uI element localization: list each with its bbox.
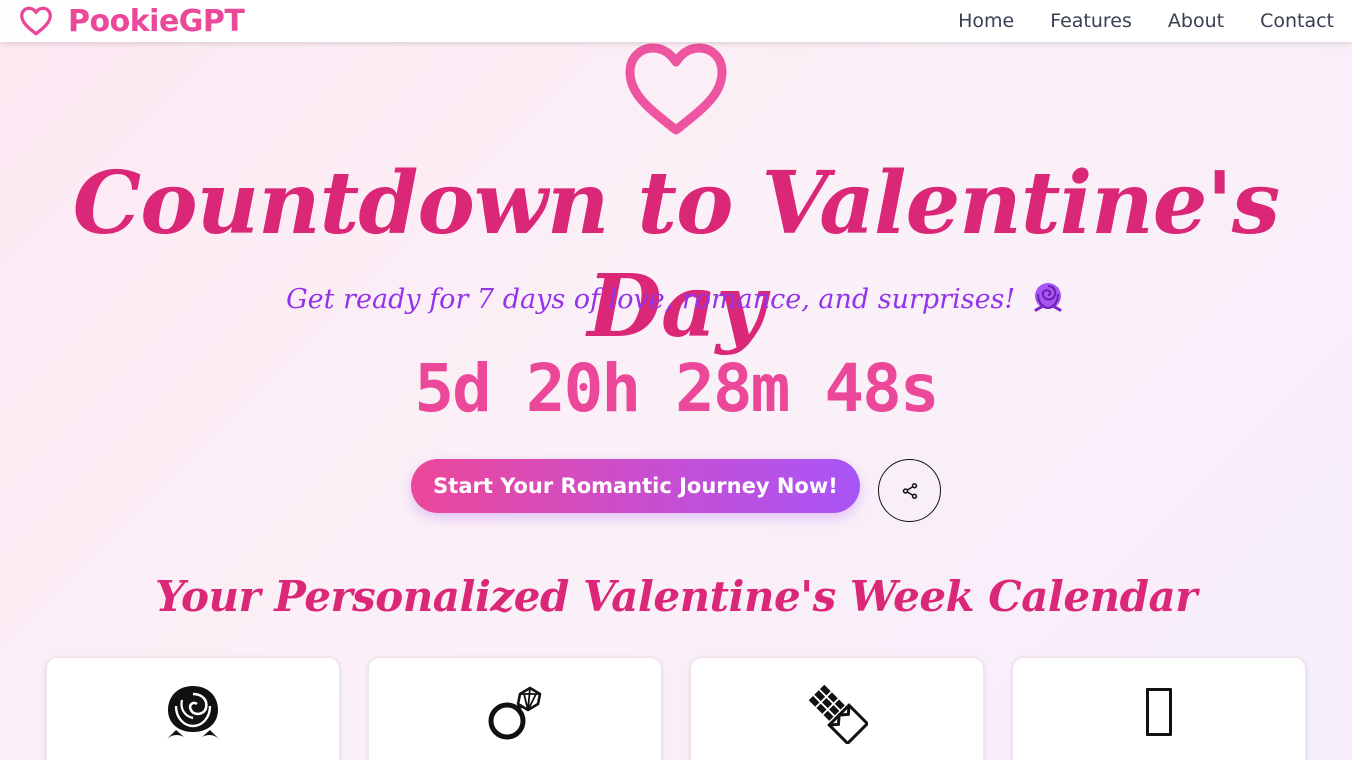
share-button[interactable] [878, 459, 941, 522]
calendar-card-rose[interactable] [46, 657, 340, 760]
share-icon [902, 482, 917, 499]
calendar-card-ring[interactable] [368, 657, 662, 760]
rose-icon [166, 686, 220, 740]
start-journey-button[interactable]: Start Your Romantic Journey Now! [411, 459, 860, 513]
countdown-seconds: 48s [824, 350, 939, 427]
nav-link-features[interactable]: Features [1050, 10, 1132, 32]
nav-link-about[interactable]: About [1168, 10, 1224, 32]
missing-glyph-icon [1146, 688, 1172, 736]
calendar-card-unknown[interactable] [1012, 657, 1306, 760]
chocolate-icon [808, 684, 868, 744]
hero-heart-icon [625, 43, 727, 135]
hero-title: Countdown to Valentine's Day [72, 153, 1280, 358]
rose-emoji-icon [1034, 283, 1062, 312]
heart-icon [20, 6, 52, 36]
nav-link-home[interactable]: Home [958, 10, 1014, 32]
calendar-cards [46, 657, 1306, 760]
ring-icon [488, 686, 542, 740]
nav-links: Home Features About Contact [958, 10, 1334, 32]
hero-subtitle-text: Get ready for 7 days of love, romance, a… [286, 284, 1016, 315]
calendar-title: Your Personalized Valentine's Week Calen… [155, 572, 1197, 621]
navbar: PookieGPT Home Features About Contact [0, 0, 1352, 42]
brand-name: PookieGPT [68, 3, 245, 39]
countdown-minutes: 28m [675, 350, 790, 427]
countdown-hours: 20h [525, 350, 641, 427]
countdown-days: 5d [414, 350, 491, 427]
calendar-card-chocolate[interactable] [690, 657, 984, 760]
nav-link-contact[interactable]: Contact [1260, 10, 1334, 32]
countdown-timer: 5d 20h 28m 48s [0, 350, 1352, 427]
hero-subtitle: Get ready for 7 days of love, romance, a… [0, 280, 1352, 316]
brand[interactable]: PookieGPT [18, 3, 245, 39]
